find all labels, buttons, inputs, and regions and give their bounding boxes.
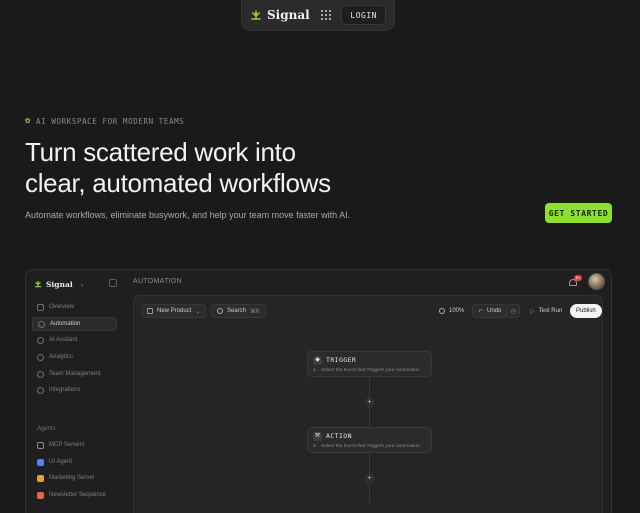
node-index: 2.: [313, 444, 318, 449]
product-label: New Product: [157, 308, 192, 314]
sidebar-agent-marketing-server[interactable]: Marketing Server: [32, 471, 117, 485]
search-icon: [217, 308, 223, 314]
hero-title-line-2: clear, automated workflows: [25, 168, 331, 198]
test-run-button[interactable]: ▷ Test Run: [524, 304, 568, 318]
sidebar-brand-name: Signal: [46, 279, 73, 289]
sidebar-item-label: Analytics: [49, 354, 74, 360]
sparkle-icon: [37, 336, 44, 344]
workflow-canvas[interactable]: New Product ⌄ Search ⌘K 100% ↶ Undo ◷ ▷ …: [133, 295, 603, 513]
eyebrow-text: AI WORKSPACE FOR MODERN TEAMS: [36, 116, 185, 126]
play-icon: ▷: [530, 308, 535, 315]
action-node[interactable]: ⚒ ACTION 2. Select the Event that Trigger…: [307, 427, 432, 453]
avatar[interactable]: [588, 273, 605, 290]
hero-title-line-1: Turn scattered work into: [25, 137, 296, 167]
megaphone-icon: [37, 474, 44, 482]
signal-logo-icon: [34, 280, 42, 288]
sidebar-item-label: UI Agent: [49, 459, 73, 465]
publish-button[interactable]: Publish: [570, 304, 602, 318]
node-desc-text: Select the Event that Triggers your auto…: [321, 368, 420, 373]
get-started-button[interactable]: GET STARTED: [545, 203, 612, 223]
sidebar-item-label: Newsletter Sequence: [49, 492, 107, 498]
sidebar-item-ai-assistant[interactable]: AI Assitant: [32, 333, 117, 347]
node-description: 2. Select the Event that Triggers your au…: [313, 444, 420, 449]
node-title: TRIGGER: [326, 356, 357, 364]
sidebar-item-label: MCP Servers: [49, 442, 85, 448]
sidebar-item-label: Marketing Server: [49, 475, 95, 481]
leaf-icon: ✿: [25, 116, 32, 126]
brand-name: Signal: [267, 8, 310, 22]
undo-icon: ↶: [478, 308, 484, 315]
page-title: AUTOMATION: [133, 278, 183, 285]
top-nav: Signal LOGIN: [241, 0, 395, 31]
users-icon: [37, 370, 44, 378]
sidebar-item-automation[interactable]: Automation: [32, 317, 117, 331]
sidebar-agent-ui-agent[interactable]: UI Agent: [32, 455, 117, 469]
sidebar-item-integrations[interactable]: Integrations: [32, 383, 117, 397]
action-icon: ⚒: [313, 432, 322, 441]
search-label: Search: [227, 308, 247, 314]
sidebar-agent-mcp-servers[interactable]: MCP Servers: [32, 438, 117, 452]
node-index: 1.: [313, 368, 318, 373]
node-desc-text: Select the Event that Triggers your auto…: [321, 444, 420, 449]
sidebar-agent-newsletter-sequence[interactable]: Newsletter Sequence: [32, 488, 117, 502]
search-button[interactable]: Search ⌘K: [211, 304, 267, 318]
trigger-node[interactable]: ◆ TRIGGER 1. Select the Event that Trigge…: [307, 351, 432, 377]
product-selector[interactable]: New Product ⌄: [141, 304, 207, 318]
hero-eyebrow: ✿ AI WORKSPACE FOR MODERN TEAMS: [25, 116, 184, 126]
node-description: 1. Select the Event that Triggers your au…: [313, 368, 420, 373]
test-run-label: Test Run: [538, 308, 563, 314]
brand[interactable]: Signal: [250, 8, 310, 22]
clock-icon: ◷: [510, 308, 516, 315]
sidebar-toggle-icon[interactable]: [109, 279, 117, 287]
sidebar-item-label: Automation: [50, 321, 81, 327]
add-step-icon[interactable]: +: [365, 474, 374, 483]
agent-icon: [37, 458, 44, 466]
add-step-icon[interactable]: +: [365, 398, 374, 407]
sidebar-item-label: Overview: [49, 304, 75, 310]
plug-icon: [37, 386, 44, 394]
trigger-icon: ◆: [313, 356, 322, 365]
sidebar-item-label: Integrations: [49, 387, 81, 393]
history-button[interactable]: ◷: [506, 304, 520, 318]
sidebar-brand[interactable]: Signal ⌄: [34, 278, 118, 290]
undo-button[interactable]: ↶ Undo: [472, 304, 508, 318]
agents-section-label: Agents: [37, 426, 56, 432]
zoom-level: 100%: [449, 308, 465, 314]
grid-icon: [37, 303, 44, 311]
undo-label: Undo: [487, 308, 502, 314]
hero-title: Turn scattered work into clear, automate…: [25, 137, 445, 199]
apps-grid-icon[interactable]: [320, 10, 331, 20]
chart-icon: [37, 353, 44, 361]
notification-badge: 9+: [574, 275, 582, 281]
login-button[interactable]: LOGIN: [341, 5, 386, 25]
mail-icon: [37, 491, 44, 499]
search-shortcut: ⌘K: [250, 308, 261, 315]
box-icon: [147, 308, 153, 314]
hero-subtitle: Automate workflows, eliminate busywork, …: [25, 210, 351, 220]
node-title: ACTION: [326, 432, 352, 440]
sidebar-item-analytics[interactable]: Analytics: [32, 350, 117, 364]
chevron-down-icon: ⌄: [195, 308, 201, 315]
sidebar-item-team-management[interactable]: Team Management: [32, 367, 117, 381]
sidebar-item-overview[interactable]: Overview: [32, 300, 117, 314]
zoom-icon: [439, 308, 445, 314]
app-preview: Signal ⌄ Overview Automation AI Assitant…: [25, 269, 612, 513]
chevron-down-icon: ⌄: [79, 281, 85, 288]
sidebar: Signal ⌄ Overview Automation AI Assitant…: [26, 270, 126, 513]
zoom-control[interactable]: 100%: [433, 304, 470, 318]
server-icon: [37, 441, 44, 449]
automation-icon: [38, 320, 45, 328]
sidebar-item-label: AI Assitant: [49, 337, 78, 343]
sidebar-item-label: Team Management: [49, 371, 101, 377]
signal-logo-icon: [251, 10, 261, 20]
